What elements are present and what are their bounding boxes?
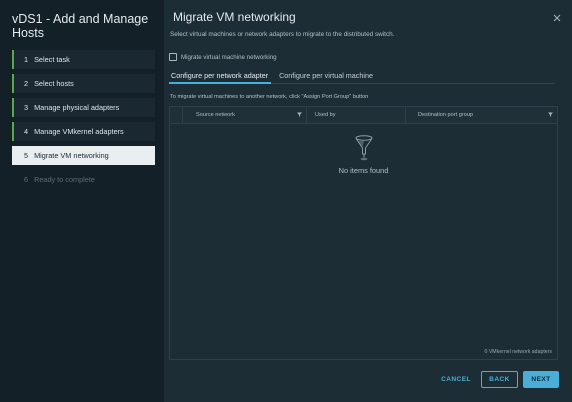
column-label: Used by: [315, 112, 336, 118]
migrate-vm-networking-checkbox[interactable]: [169, 53, 177, 61]
step-migrate-vm-networking[interactable]: 5 Migrate VM networking: [12, 146, 155, 165]
empty-state: No items found: [170, 135, 557, 175]
empty-funnel-icon: [355, 135, 372, 161]
next-button[interactable]: NEXT: [523, 371, 559, 388]
step-label: Select task: [34, 55, 70, 64]
grid-footer-count: 0 VMkernel network adapters: [484, 349, 552, 355]
wizard-sidebar: vDS1 - Add and Manage Hosts 1 Select tas…: [0, 0, 164, 402]
select-all-column[interactable]: [170, 107, 183, 123]
step-label: Manage VMkernel adapters: [34, 127, 124, 136]
cancel-button[interactable]: CANCEL: [437, 371, 475, 388]
step-number: 2: [24, 79, 29, 88]
wizard-main: Migrate VM networking Select virtual mac…: [164, 0, 572, 402]
tab-per-virtual-machine[interactable]: Configure per virtual machine: [277, 69, 376, 82]
back-button[interactable]: BACK: [481, 371, 518, 388]
assign-port-group-hint: To migrate virtual machines to another n…: [170, 94, 369, 100]
filter-icon[interactable]: [297, 112, 302, 117]
grid-header: Source network Used by Destination port …: [170, 107, 557, 124]
wizard-dialog: vDS1 - Add and Manage Hosts 1 Select tas…: [0, 0, 572, 402]
step-manage-vmkernel-adapters[interactable]: 4 Manage VMkernel adapters: [12, 122, 155, 141]
step-number: 4: [24, 127, 29, 136]
column-label: Source network: [196, 112, 235, 118]
wizard-steps: 1 Select task 2 Select hosts 3 Manage ph…: [12, 50, 155, 194]
step-select-hosts[interactable]: 2 Select hosts: [12, 74, 155, 93]
page-title: Migrate VM networking: [173, 10, 296, 24]
column-label: Destination port group: [418, 112, 474, 118]
step-number: 6: [24, 175, 29, 184]
adapter-grid: Source network Used by Destination port …: [169, 106, 558, 360]
step-label: Migrate VM networking: [34, 151, 109, 160]
step-label: Ready to complete: [34, 175, 95, 184]
step-number: 5: [24, 151, 29, 160]
step-number: 1: [24, 55, 29, 64]
tab-per-network-adapter[interactable]: Configure per network adapter: [169, 69, 272, 84]
page-subtitle: Select virtual machines or network adapt…: [170, 31, 395, 38]
step-number: 3: [24, 103, 29, 112]
wizard-title: vDS1 - Add and Manage Hosts: [12, 12, 149, 40]
step-select-task[interactable]: 1 Select task: [12, 50, 155, 69]
checkbox-label: Migrate virtual machine networking: [181, 53, 277, 61]
step-label: Manage physical adapters: [34, 103, 120, 112]
migrate-vm-networking-option[interactable]: Migrate virtual machine networking: [169, 53, 277, 61]
close-icon[interactable]: [553, 14, 561, 22]
filter-icon[interactable]: [548, 112, 553, 117]
empty-message: No items found: [338, 166, 389, 175]
column-destination-port-group[interactable]: Destination port group: [406, 107, 557, 123]
column-used-by[interactable]: Used by: [307, 107, 406, 123]
config-tabs: Configure per network adapter Configure …: [169, 69, 555, 84]
step-ready-to-complete: 6 Ready to complete: [12, 170, 155, 189]
step-manage-physical-adapters[interactable]: 3 Manage physical adapters: [12, 98, 155, 117]
step-label: Select hosts: [34, 79, 74, 88]
column-source-network[interactable]: Source network: [183, 107, 307, 123]
